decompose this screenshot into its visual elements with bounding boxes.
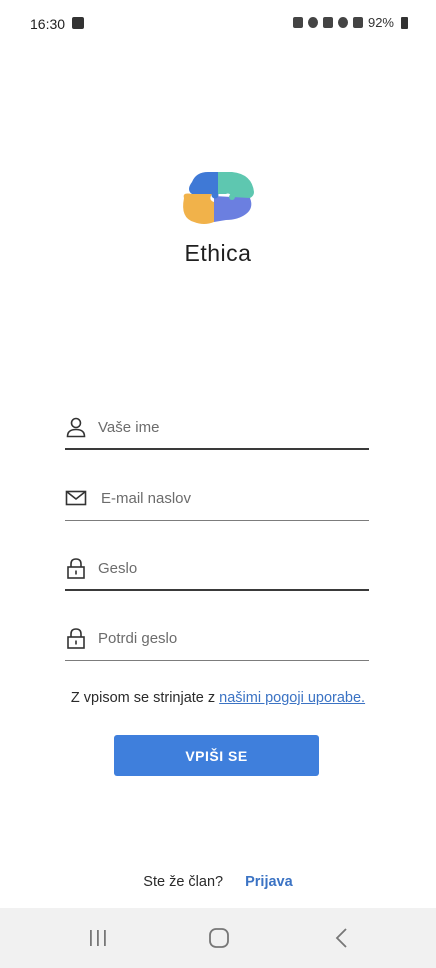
navigation-bar (0, 908, 436, 968)
battery-saver-icon (292, 17, 303, 28)
terms-text: Z vpisom se strinjate z našimi pogoji up… (0, 690, 436, 706)
login-link[interactable]: Prijava (245, 874, 293, 890)
back-icon[interactable] (328, 925, 356, 951)
confirm-password-input[interactable] (98, 625, 358, 651)
lock-icon (67, 558, 85, 579)
wifi-icon (337, 17, 348, 28)
gallery-notification-icon (72, 17, 84, 29)
status-icons: 92% (292, 15, 408, 30)
user-icon (66, 417, 86, 438)
password-input[interactable] (98, 555, 358, 581)
email-input[interactable] (101, 485, 361, 511)
email-field (65, 477, 369, 521)
battery-icon (401, 16, 408, 29)
terms-link[interactable]: našimi pogoji uporabe. (219, 690, 365, 706)
name-field (65, 406, 369, 450)
battery-percent: 92% (367, 15, 394, 30)
lock-icon (67, 628, 85, 649)
alarm-icon (307, 17, 318, 28)
signal-icon (352, 17, 363, 28)
home-icon[interactable] (205, 925, 233, 951)
login-question: Ste že član? (143, 874, 224, 890)
app-name: Ethica (184, 240, 252, 266)
terms-prefix: Z vpisom se strinjate z (70, 690, 220, 706)
confirm-password-field (65, 617, 369, 661)
brain-puzzle-logo-icon (183, 172, 254, 224)
password-field (65, 547, 369, 591)
login-row: Ste že član? Prijava (0, 874, 436, 890)
signup-button[interactable]: VPIŠI SE (114, 735, 319, 776)
recent-apps-icon[interactable] (84, 925, 112, 951)
status-time: 16:30 (30, 16, 66, 32)
mail-icon (65, 490, 87, 506)
status-bar: 16:30 92% (0, 0, 436, 48)
mute-icon (322, 17, 333, 28)
name-input[interactable] (98, 414, 358, 440)
